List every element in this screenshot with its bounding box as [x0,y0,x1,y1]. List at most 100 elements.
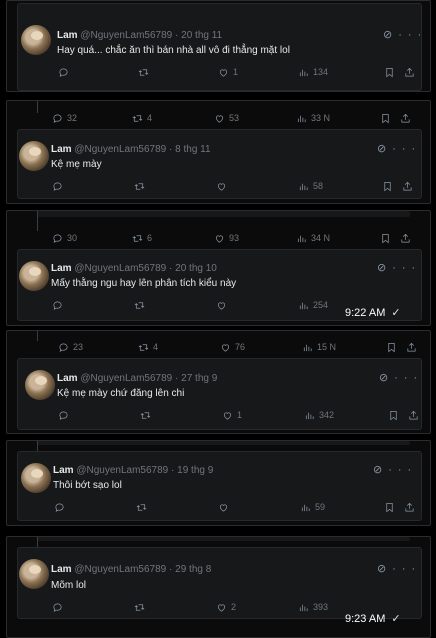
more-icon[interactable]: ··· [392,262,421,274]
views-count[interactable]: 59 [299,501,383,513]
like-button[interactable] [215,180,297,192]
grok-icon[interactable]: ⊘ [373,464,388,476]
user-handle[interactable]: @NguyenLam56789 [76,465,168,476]
views-count[interactable]: 15 N [301,341,385,353]
user-handle[interactable]: @NguyenLam56789 [80,30,172,41]
like-icon [215,180,227,192]
retweet-icon [131,112,143,124]
tweet-date[interactable]: 19 thg 9 [177,465,213,476]
user-name[interactable]: Lam [51,144,72,155]
retweet-button[interactable] [139,409,221,421]
avatar[interactable] [25,370,55,400]
more-icon[interactable]: ··· [388,464,417,476]
like-icon [217,501,229,513]
reply-button[interactable] [51,601,133,613]
tweet-date[interactable]: 27 thg 9 [181,373,217,384]
user-name[interactable]: Lam [53,465,74,476]
views-count[interactable]: 34 N [295,232,379,244]
avatar[interactable] [21,25,51,55]
like-button[interactable]: 2 [215,601,297,613]
like-button[interactable]: 93 [213,232,295,244]
grok-icon[interactable]: ⊘ [383,29,398,41]
retweet-button[interactable] [133,299,215,311]
reply-button[interactable]: 32 [51,112,131,124]
share-button[interactable] [399,112,411,124]
more-icon[interactable]: ··· [394,372,423,384]
user-handle[interactable]: @NguyenLam56789 [74,263,166,274]
retweet-button[interactable] [137,66,217,78]
user-handle[interactable]: @NguyenLam56789 [80,373,172,384]
avatar[interactable] [19,141,49,171]
reply-tweet[interactable]: Lam @NguyenLam56789 · 19 thg 9 ⊘··· Thôi… [7,451,430,521]
retweet-button[interactable]: 4 [137,341,219,353]
grok-icon[interactable]: ⊘ [377,262,392,274]
grok-icon[interactable]: ⊘ [377,143,392,155]
reply-button[interactable]: 23 [57,341,137,353]
retweet-button[interactable] [133,180,215,192]
bookmark-button[interactable] [379,112,399,124]
reply-button[interactable] [57,409,139,421]
like-button[interactable] [217,501,299,513]
reply-button[interactable] [53,501,135,513]
reply-tweet[interactable]: Lam @NguyenLam56789 · 20 thg 11 ⊘··· Hay… [7,3,430,91]
like-button[interactable]: 1 [221,409,303,421]
like-button[interactable] [215,299,297,311]
user-name[interactable]: Lam [51,263,72,274]
retweet-button[interactable] [135,501,217,513]
more-icon[interactable]: ··· [398,29,427,41]
reply-button[interactable] [51,180,133,192]
share-button[interactable] [403,501,415,513]
more-icon[interactable]: ··· [392,563,421,575]
more-icon[interactable]: ··· [392,143,421,155]
check-icon: ✓ [391,613,401,625]
share-button[interactable] [407,409,419,421]
user-name[interactable]: Lam [51,564,72,575]
user-name[interactable]: Lam [57,373,78,384]
tweet-date[interactable]: 29 thg 8 [175,564,211,575]
tweet-date[interactable]: 20 thg 10 [175,263,217,274]
reply-tweet[interactable]: Lam @NguyenLam56789 · 27 thg 9 ⊘··· Kệ m… [7,358,430,430]
views-count[interactable]: 58 [297,180,381,192]
share-button[interactable] [399,232,411,244]
tweet-date[interactable]: 20 thg 11 [181,30,222,41]
share-icon [407,409,419,421]
retweet-button[interactable]: 4 [131,112,213,124]
grok-icon[interactable]: ⊘ [377,563,392,575]
views-count[interactable]: 342 [303,409,387,421]
views-count[interactable]: 134 [297,66,383,78]
grok-icon[interactable]: ⊘ [379,372,394,384]
bookmark-button[interactable] [379,232,399,244]
retweet-button[interactable]: 6 [131,232,213,244]
bookmark-button[interactable] [387,409,407,421]
avatar[interactable] [21,463,51,493]
reply-button[interactable]: 30 [51,232,131,244]
retweet-button[interactable] [133,601,215,613]
views-count[interactable]: 33 N [295,112,379,124]
share-button[interactable] [403,66,415,78]
bookmark-button[interactable] [385,341,405,353]
bookmark-button[interactable] [381,180,401,192]
reply-tweet[interactable]: Lam @NguyenLam56789 · 29 thg 8 ⊘··· Mõm … [7,547,430,619]
like-button[interactable]: 76 [219,341,301,353]
retweet-icon [131,232,143,244]
user-handle[interactable]: @NguyenLam56789 [74,564,166,575]
bookmark-button[interactable] [383,501,403,513]
reply-tweet[interactable]: Lam @NguyenLam56789 · 8 thg 11 ⊘··· Kệ m… [7,129,430,199]
share-button[interactable] [401,180,413,192]
share-button[interactable] [405,341,417,353]
like-button[interactable]: 53 [213,112,295,124]
avatar[interactable] [19,261,49,291]
user-name[interactable]: Lam [57,30,78,41]
bookmark-icon [387,409,399,421]
tweet-date[interactable]: 8 thg 11 [175,144,210,155]
tweet-text: Kệ mẹ mày [51,159,102,170]
avatar[interactable] [19,559,49,589]
like-icon [219,341,231,353]
bookmark-button[interactable] [383,66,403,78]
reply-button[interactable] [51,299,133,311]
user-handle[interactable]: @NguyenLam56789 [74,144,166,155]
reply-button[interactable] [57,66,137,78]
like-icon [215,601,227,613]
tweet-text: Mấy thằng ngu hay lên phân tích kiểu này [51,278,237,289]
like-button[interactable]: 1 [217,66,297,78]
